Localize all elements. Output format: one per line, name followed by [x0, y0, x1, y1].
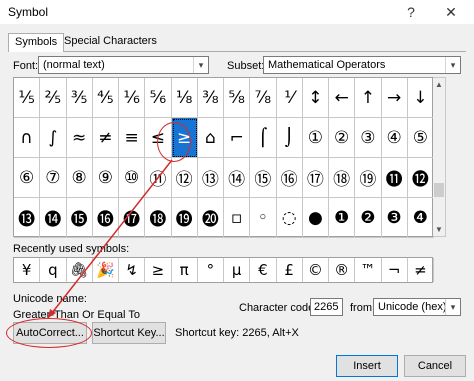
arrow-line: [47, 159, 173, 319]
tab-symbols[interactable]: Symbols: [8, 33, 65, 52]
annotation-arrow: [47, 159, 173, 319]
